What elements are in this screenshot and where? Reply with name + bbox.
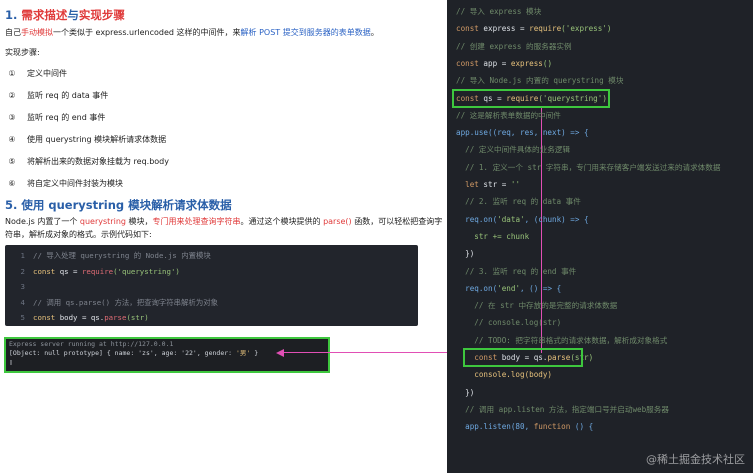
terminal-cursor: ▯ <box>9 358 13 366</box>
code-example: 1// 导入处理 querystring 的 Node.js 内置模块 2 con… <box>5 245 418 326</box>
editor-line: // console.log(str) <box>456 318 562 328</box>
list-item: ③ 监听 req 的 end 事件 <box>8 113 106 122</box>
editor-line: req.on('end', () => { <box>456 283 562 293</box>
editor-line: // 导入 Node.js 内置的 querystring 模块 <box>456 76 624 86</box>
editor-line: // 调用 app.listen 方法，指定端口号并启动web服务器 <box>456 404 669 414</box>
editor-line: // 定义中间件具体的业务逻辑 <box>456 145 570 155</box>
editor-line: // 3. 监听 req 的 end 事件 <box>456 266 577 276</box>
editor-line: req.on('data', (chunk) => { <box>456 214 589 224</box>
list-item: ④ 使用 querystring 模块解析请求体数据 <box>8 135 167 144</box>
form-data-link[interactable]: 解析 POST 提交到服务器的表单数据 <box>241 28 371 37</box>
steps-list: ① 定义中间件 ② 监听 req 的 data 事件 ③ 监听 req 的 end 事… <box>5 63 446 195</box>
editor-line: // 这是解析表单数据的中间件 <box>456 110 561 120</box>
code-line: 1// 导入处理 querystring 的 Node.js 内置模块 <box>20 251 211 260</box>
editor-line: let str = '' <box>456 180 521 189</box>
document-pane: 1. 需求描述与实现步骤 自己手动模拟一个类似于 express.urlenco… <box>0 0 446 473</box>
list-item: ⑤ 将解析出来的数据对象挂载为 req.body <box>8 157 169 166</box>
editor-line: // 导入 express 模块 <box>456 7 542 16</box>
steps-label: 实现步骤: <box>5 48 40 57</box>
highlight-box <box>463 348 583 368</box>
terminal-line: Express server running at http://127.0.0… <box>9 340 174 348</box>
annotation-arrow <box>282 352 468 353</box>
code-line: 5 const body = qs.parse(str) <box>20 313 149 323</box>
editor-line: str += chunk <box>456 231 530 241</box>
annotation-arrow-head <box>276 349 284 357</box>
editor-line: // 1. 定义一个 str 字符串，专门用来存储客户端发送过来的请求体数据 <box>456 162 721 172</box>
editor-line: app.listen(80, function () { <box>456 422 594 432</box>
code-line: 3 <box>20 282 25 292</box>
editor-line: // 创建 express 的服务器实例 <box>456 41 572 51</box>
code-line: 2 const qs = require('querystring') <box>20 266 180 276</box>
querystring-paragraph: Node.js 内置了一个 querystring 模块，专门用来处理查询字符串… <box>5 217 443 239</box>
editor-line: }) <box>456 249 475 259</box>
highlight-box <box>452 88 610 108</box>
editor-line: }) <box>456 387 475 397</box>
editor-line: // TODO: 把字符串格式的请求体数据，解析成对象格式 <box>456 335 668 345</box>
list-item: ② 监听 req 的 data 事件 <box>8 91 109 100</box>
section-heading-5: 5. 使用 querystring 模块解析请求体数据 <box>5 198 232 212</box>
list-item: ① 定义中间件 <box>8 69 67 78</box>
editor-line: const express = require('express') <box>456 24 612 34</box>
editor-line: app.use((req, res, next) => { <box>456 128 589 138</box>
editor-line: // 2. 监听 req 的 data 事件 <box>456 197 581 207</box>
editor-line: const app = express() <box>456 58 553 68</box>
intro-paragraph: 自己手动模拟一个类似于 express.urlencoded 这样的中间件，来解… <box>5 28 379 37</box>
section-heading-1: 1. 需求描述与实现步骤 <box>5 8 125 22</box>
code-editor: // 导入 express 模块 const express = require… <box>447 0 753 473</box>
list-item: ⑥ 将自定义中间件封装为模块 <box>8 179 123 188</box>
watermark: @稀土掘金技术社区 <box>646 453 745 466</box>
editor-line: // 在 str 中存放的是完整的请求体数据 <box>456 301 618 311</box>
code-line: 4// 调用 qs.parse() 方法，把查询字符串解析为对象 <box>20 297 218 307</box>
editor-line: console.log(body) <box>456 370 553 380</box>
